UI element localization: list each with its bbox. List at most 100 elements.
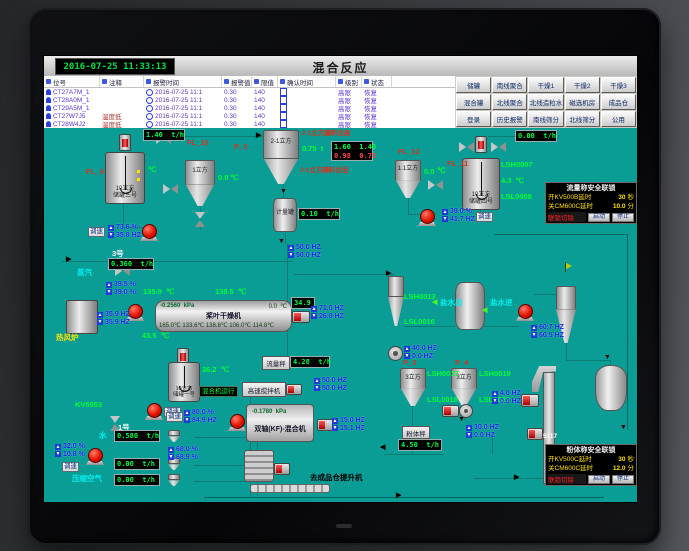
updown-arrows[interactable]: ▲▼ bbox=[311, 306, 317, 319]
nav-south-sieve[interactable]: 南线筛分 bbox=[528, 111, 563, 127]
flow-scale-box: 流量秤 bbox=[262, 356, 290, 370]
speed-button[interactable]: 调速 bbox=[476, 212, 493, 222]
cyclone-separator[interactable] bbox=[388, 276, 404, 326]
nav-dryer-3[interactable]: 干燥3 bbox=[601, 77, 636, 93]
updown-arrows[interactable]: ▲▼ bbox=[108, 225, 114, 238]
pump-icon[interactable] bbox=[230, 414, 245, 429]
ack-checkbox[interactable] bbox=[280, 120, 287, 128]
motor-icon[interactable] bbox=[274, 463, 290, 475]
alarm-time: 2016-07-25 11:1 bbox=[155, 121, 202, 128]
storage-tank-1[interactable]: 10立方储罐一号 bbox=[168, 362, 200, 402]
alarm-col-ack[interactable]: 确认时间 bbox=[278, 76, 336, 87]
alarm-col-value[interactable]: 报警值 bbox=[222, 76, 252, 87]
col-label: 报警时间 bbox=[153, 77, 179, 87]
motor-icon[interactable] bbox=[527, 428, 543, 440]
hopper-1m3[interactable]: 1立方 bbox=[185, 160, 215, 206]
agitator-motor[interactable] bbox=[475, 136, 487, 153]
updown-arrows[interactable]: ▲▼ bbox=[531, 325, 537, 338]
alarm-row[interactable]: CT29A5M_1 2016-07-25 11:1 0.30 140 高限 恢复 bbox=[44, 104, 455, 112]
pump-icon[interactable] bbox=[88, 448, 103, 463]
hopper-2-1m3[interactable]: 2-1立方 bbox=[263, 130, 299, 184]
freq-display: ▲▼ 40.0 HZ0.0 HZ bbox=[404, 345, 437, 360]
hot-air-furnace[interactable] bbox=[66, 300, 98, 334]
updown-arrows[interactable]: ▲▼ bbox=[55, 444, 61, 457]
mixer-name: 双轴(KF)-混合机 bbox=[247, 424, 313, 434]
pump-icon[interactable] bbox=[518, 304, 533, 319]
valve-icon[interactable] bbox=[163, 184, 178, 194]
hopper-1-1m3[interactable]: 1.1立方 bbox=[395, 160, 421, 198]
nav-north-poly[interactable]: 北线聚合 bbox=[492, 94, 527, 110]
start-button[interactable]: 启动 bbox=[588, 213, 610, 222]
rotary-drum[interactable] bbox=[244, 450, 274, 482]
alarm-row[interactable]: CT28A0M_1 2016-07-25 11:1 0.30 140 高限 恢复 bbox=[44, 96, 455, 104]
high-speed-mixer[interactable]: 高速搅拌机 bbox=[242, 382, 286, 397]
stop-button[interactable]: 停止 bbox=[612, 475, 634, 484]
speed-button[interactable]: 调速 bbox=[62, 462, 79, 472]
twin-shaft-mixer[interactable]: -0.1780 kPa 双轴(KF)-混合机 bbox=[246, 404, 314, 442]
updown-arrows[interactable]: ▲▼ bbox=[314, 378, 320, 391]
col-label: 报警值 bbox=[231, 77, 251, 87]
nav-north-granulation[interactable]: 北线造粒水 bbox=[528, 94, 563, 110]
alarm-col-level[interactable]: 级别 bbox=[336, 76, 362, 87]
updown-arrows[interactable]: ▲▼ bbox=[106, 282, 112, 295]
alarm-col-limit[interactable]: 限值 bbox=[252, 76, 278, 87]
nav-magnet-room[interactable]: 磁选机房 bbox=[565, 94, 600, 110]
updown-arrows[interactable]: ▲▼ bbox=[288, 245, 294, 258]
nav-dryer-1[interactable]: 干燥1 bbox=[528, 77, 563, 93]
nav-mix-tank[interactable]: 混合罐 bbox=[456, 94, 491, 110]
valve-icon[interactable] bbox=[459, 142, 474, 152]
updown-arrows[interactable]: ▲▼ bbox=[332, 418, 338, 431]
product-silo[interactable] bbox=[595, 365, 627, 411]
agitator-motor[interactable] bbox=[119, 134, 131, 151]
clock-icon bbox=[146, 121, 153, 128]
alarm-col-state[interactable]: 状态 bbox=[362, 76, 392, 87]
alarm-col-note[interactable]: 注释 bbox=[100, 76, 144, 87]
updown-arrows[interactable]: ▲▼ bbox=[168, 447, 174, 460]
motor-icon[interactable] bbox=[442, 405, 459, 417]
nav-history-alarm[interactable]: 历史报警 bbox=[492, 111, 527, 127]
ack-checkbox[interactable] bbox=[280, 88, 287, 96]
motor-icon[interactable] bbox=[286, 384, 302, 395]
alarm-col-tag[interactable]: 位号 bbox=[44, 76, 100, 87]
valve-icon[interactable] bbox=[491, 142, 506, 152]
updown-arrows[interactable]: ▲▼ bbox=[404, 346, 410, 359]
nav-tanks[interactable]: 储罐 bbox=[456, 77, 491, 93]
nav-north-sieve[interactable]: 北线筛分 bbox=[565, 111, 600, 127]
alarm-value: 0.30 bbox=[222, 120, 252, 128]
ack-checkbox[interactable] bbox=[280, 104, 287, 112]
valve-icon[interactable] bbox=[428, 180, 443, 190]
motor-icon[interactable] bbox=[292, 311, 310, 323]
start-button[interactable]: 启动 bbox=[588, 475, 610, 484]
updown-arrows[interactable]: ▲▼ bbox=[97, 312, 103, 325]
motor-icon[interactable] bbox=[317, 419, 333, 431]
pump-icon[interactable] bbox=[142, 224, 157, 239]
metering-tank[interactable]: 计量罐 bbox=[273, 198, 297, 232]
nav-utility[interactable]: 公用 bbox=[601, 111, 636, 127]
nav-login[interactable]: 登录 bbox=[456, 111, 491, 127]
updown-arrows[interactable]: ▲▼ bbox=[466, 425, 472, 438]
blower-icon[interactable] bbox=[128, 304, 143, 319]
powder-vessel-1[interactable]: 3立方 bbox=[400, 368, 426, 406]
alarm-row[interactable]: CT27W7J5 温度低 2016-07-25 11:1 0.30 140 高限… bbox=[44, 112, 455, 120]
nav-product-silo[interactable]: 成品仓 bbox=[601, 94, 636, 110]
fan-icon[interactable] bbox=[388, 346, 403, 361]
pump-icon[interactable] bbox=[147, 403, 162, 418]
nav-south-poly[interactable]: 南线聚合 bbox=[492, 77, 527, 93]
paddle-dryer[interactable]: -0.2560 kPa 0.0 ℃ 桨叶干燥机 165.0℃ 133.6℃ 13… bbox=[155, 300, 292, 332]
nav-dryer-2[interactable]: 干燥2 bbox=[565, 77, 600, 93]
speed-button[interactable]: 调速 bbox=[88, 227, 105, 237]
pump-icon[interactable] bbox=[420, 209, 435, 224]
updown-arrows[interactable]: ▲▼ bbox=[184, 410, 190, 423]
level-high-label: 2-1立方罐料位高 bbox=[302, 131, 350, 138]
ack-checkbox[interactable] bbox=[280, 112, 287, 120]
motor-icon[interactable] bbox=[521, 394, 539, 407]
valve-icon[interactable] bbox=[195, 212, 205, 227]
stop-button[interactable]: 停止 bbox=[612, 213, 634, 222]
alarm-col-time[interactable]: 报警时间 bbox=[144, 76, 222, 87]
ack-checkbox[interactable] bbox=[280, 96, 287, 104]
updown-arrows[interactable]: ▲▼ bbox=[492, 391, 498, 404]
speed-button[interactable]: 调速 bbox=[166, 412, 183, 422]
alarm-row[interactable]: CT27A7M_1 2016-07-25 11:1 0.30 140 高限 恢复 bbox=[44, 88, 455, 96]
updown-arrows[interactable]: ▲▼ bbox=[442, 209, 448, 222]
alarm-row[interactable]: CT28W4J2 温度低 2016-07-25 11:1 0.30 140 高限… bbox=[44, 120, 455, 128]
